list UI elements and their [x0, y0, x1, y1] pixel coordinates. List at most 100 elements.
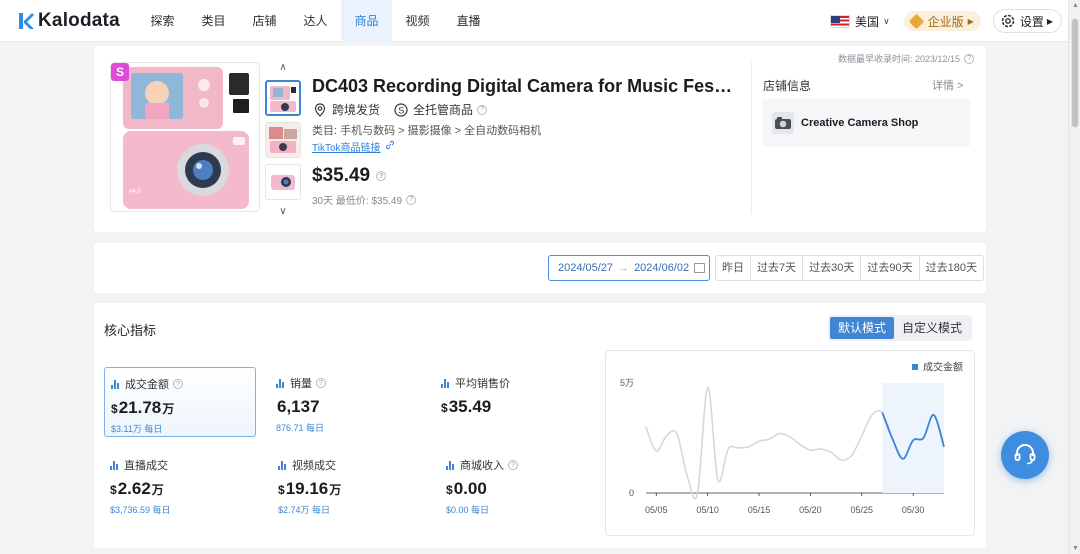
date-start: 2024/05/27 [558, 262, 614, 274]
quick-date-button-2[interactable]: 过去30天 [803, 256, 862, 280]
metric-currency: $ [110, 483, 117, 497]
gear-icon [1000, 13, 1016, 29]
sales-chart-svg: 5万 0 05/05 05/10 05/15 05/20 05/25 05/30 成交金额 [620, 361, 963, 516]
scroll-down-icon[interactable]: ▼ [1072, 545, 1079, 552]
nav-item-6[interactable]: 直播 [443, 0, 494, 42]
product-title: DC403 Recording Digital Camera for Music… [312, 76, 737, 96]
svg-text:S: S [398, 105, 404, 115]
dollar-circle-icon: S [394, 102, 408, 117]
metric-label-row: 销量? [276, 375, 416, 391]
metric-daily: $3,736.59 每日 [110, 505, 171, 515]
thumbnail-2[interactable] [265, 122, 301, 158]
country-selector[interactable]: 美国 ∨ [830, 13, 890, 30]
metric-number: 2.62 [117, 479, 151, 498]
camera-image: 44.0 [123, 67, 249, 209]
nav-item-1[interactable]: 类目 [188, 0, 239, 42]
sales-chart: 5万 0 05/05 05/10 05/15 05/20 05/25 05/30 成交金额 [605, 350, 975, 536]
scrollbar-thumb[interactable] [1071, 18, 1079, 128]
enterprise-label: 企业版 [927, 14, 964, 29]
custom-mode-button[interactable]: 自定义模式 [894, 317, 970, 339]
quick-date-button-1[interactable]: 过去7天 [751, 256, 804, 280]
metric-tile-5[interactable]: 商城收入? $0.00 $0.00 每日 [440, 449, 592, 519]
date-range-picker[interactable]: 2024/05/27 → 2024/06/02 [548, 255, 710, 281]
kalodata-logo[interactable]: Kalodata [18, 10, 120, 32]
lowest-price: 30天 最低价: $35.49 ? [312, 192, 417, 207]
nav-item-3[interactable]: 达人 [290, 0, 341, 42]
nav-item-0[interactable]: 探索 [137, 0, 188, 42]
chevron-down-icon[interactable]: ∨ [265, 206, 301, 218]
bar-chart-icon [441, 378, 451, 388]
date-end: 2024/06/02 [634, 262, 690, 274]
metric-daily: $0.00 每日 [446, 505, 490, 515]
link-icon [385, 140, 395, 153]
help-icon[interactable]: ? [376, 171, 387, 181]
metric-label: 成交金额 [125, 379, 169, 391]
x-tick-label: 05/15 [748, 505, 771, 515]
page-scrollbar[interactable]: ▲ ▼ [1068, 0, 1080, 554]
help-icon[interactable]: ? [508, 460, 518, 470]
metric-value: 6,137 [276, 397, 416, 417]
chevron-up-icon[interactable]: ∧ [265, 62, 301, 74]
nav-item-4[interactable]: 商品 [341, 0, 392, 42]
metric-unit: 万 [329, 483, 342, 497]
nav-item-5[interactable]: 视频 [392, 0, 443, 42]
quick-date-button-3[interactable]: 过去90天 [861, 256, 920, 280]
customer-support-button[interactable] [1001, 431, 1049, 479]
enterprise-button[interactable]: 企业版 ▶ [903, 11, 981, 31]
scroll-up-icon[interactable]: ▲ [1072, 2, 1079, 9]
tiktok-product-link[interactable]: TikTok商品链接 [312, 139, 395, 154]
metric-daily: $3.11万 每日 [111, 424, 163, 434]
thumbnail-1[interactable] [265, 80, 301, 116]
metric-tile-4[interactable]: 视频成交 $19.16 万 $2.74万 每日 [272, 449, 424, 519]
bar-chart-icon [111, 379, 121, 389]
metric-value: $35.49 [441, 397, 581, 417]
caret-right-icon: ▶ [1046, 16, 1053, 26]
x-tick-label: 05/10 [696, 505, 719, 515]
shop-avatar [772, 112, 794, 134]
metric-tile-1[interactable]: 销量? 6,137 876.71 每日 [270, 367, 422, 437]
shop-detail-link[interactable]: 详情 > [932, 77, 963, 93]
thumbnail-3[interactable] [265, 164, 301, 200]
shop-card[interactable]: Creative Camera Shop [762, 99, 970, 147]
thumbnail-1-image [270, 86, 296, 112]
metric-tile-2[interactable]: 平均销售价 $35.49 [435, 367, 587, 437]
product-category: 类目: 手机与数码 > 摄影摄像 > 全自动数码相机 [312, 125, 542, 137]
help-icon[interactable]: ? [477, 104, 488, 115]
metric-tile-3[interactable]: 直播成交 $2.62 万 $3,736.59 每日 [104, 449, 256, 519]
metric-tile-0[interactable]: 成交金额? $21.78 万 $3.11万 每日 [104, 367, 256, 437]
metric-unit: 万 [162, 402, 175, 416]
tiktok-link-text: TikTok商品链接 [312, 143, 381, 154]
y-tick-label: 0 [629, 488, 634, 498]
default-mode-button[interactable]: 默认模式 [830, 317, 895, 339]
metric-value: $21.78 万 [111, 398, 249, 418]
image-thumbnails: ∧ ∨ [265, 62, 301, 218]
settings-button[interactable]: 设置 ▶ [992, 9, 1062, 33]
help-icon[interactable]: ? [173, 379, 183, 389]
data-timestamp: 数据最早收录时间: 2023/12/15 ? [838, 52, 975, 65]
product-badge: S [111, 63, 129, 81]
help-icon[interactable]: ? [964, 53, 975, 64]
nav-item-2[interactable]: 店铺 [239, 0, 290, 42]
x-tick-label: 05/25 [851, 505, 874, 515]
metric-label-row: 直播成交 [110, 457, 250, 473]
product-price: $35.49 ? [312, 165, 387, 187]
arrow-right-icon: → [618, 262, 630, 274]
location-pin-icon [313, 102, 327, 117]
help-icon[interactable]: ? [316, 378, 326, 388]
metric-label: 直播成交 [124, 460, 168, 472]
product-main-image[interactable]: S 44.0 [110, 62, 260, 212]
metric-number: 6,137 [277, 397, 320, 416]
metric-label: 商城收入 [460, 460, 504, 472]
metric-label-row: 视频成交 [278, 457, 418, 473]
metric-number: 0.00 [453, 479, 487, 498]
metric-currency: $ [441, 401, 448, 415]
nav-right: 美国 ∨ 企业版 ▶ 设置 ▶ [830, 9, 1062, 33]
country-label: 美国 [855, 14, 880, 29]
divider [751, 62, 752, 214]
settings-label: 设置 [1019, 14, 1044, 29]
metric-label-row: 成交金额? [111, 376, 249, 392]
quick-date-button-0[interactable]: 昨日 [716, 256, 751, 280]
kalodata-logo-icon [18, 12, 34, 30]
quick-date-button-4[interactable]: 过去180天 [919, 256, 983, 280]
help-icon[interactable]: ? [406, 194, 417, 205]
